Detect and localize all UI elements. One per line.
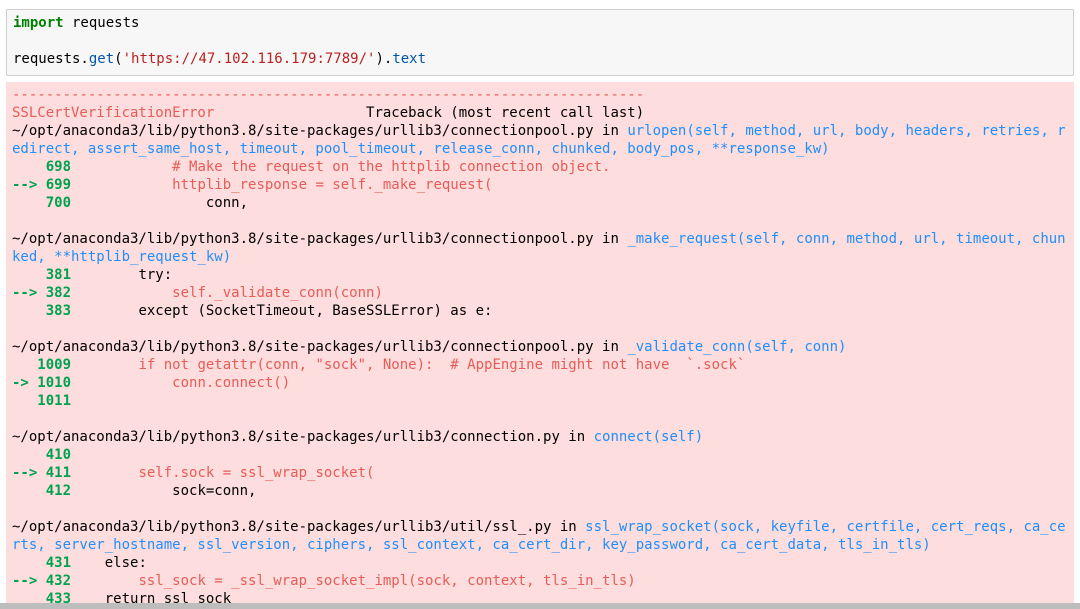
line-code: httplib_response = self._make_request( [71,177,493,193]
line-arrow [12,357,37,373]
frame-path: ~/opt/anaconda3/lib/python3.8/site-packa… [12,429,560,445]
line-number: 1010 [37,375,72,391]
frame-signature: ssl_wrap_socket(sock, keyfile, certfile,… [585,519,1066,535]
line-arrow [12,447,46,463]
line-code: try: [71,267,173,283]
line-arrow: --> [12,573,46,589]
frame-path: ~/opt/anaconda3/lib/python3.8/site-packa… [12,123,594,139]
error-output: ----------------------------------------… [6,82,1074,609]
traceback-title: Traceback (most recent call last) [214,105,645,121]
import-module: requests [63,15,140,31]
line-number: 382 [45,285,72,301]
source-line: 431 else: [12,554,147,572]
source-line: -> 1010 conn.connect() [12,374,290,392]
frame-signature: urlopen(self, method, url, body, headers… [627,123,1066,139]
import-keyword: import [13,15,64,31]
line-number: 1009 [37,357,72,373]
line-code: # Make the request on the httplib connec… [71,159,611,175]
frame-signature-cont: ked, **httplib_request_kw) [12,249,232,265]
line-arrow [12,555,46,571]
error-name: SSLCertVerificationError [12,105,215,121]
code-line-2: requests.get('https://47.102.116.179:778… [13,50,426,68]
line-number: 1011 [37,393,72,409]
frame-in: in [593,123,628,139]
line-arrow: --> [12,177,46,193]
source-line: 700 conn, [12,194,248,212]
line-arrow: -> [12,375,38,391]
frame-path: ~/opt/anaconda3/lib/python3.8/site-packa… [12,231,594,247]
line-arrow [12,195,46,211]
frame-signature-cont: edirect, assert_same_host, timeout, pool… [12,141,830,157]
code-input-cell[interactable]: import requests requests.get('https://47… [6,9,1074,76]
frame-signature: _make_request(self, conn, method, url, t… [627,231,1066,247]
code-paren: ). [375,51,393,67]
line-number: 410 [45,447,72,463]
line-arrow: --> [12,465,46,481]
frame-path: ~/opt/anaconda3/lib/python3.8/site-packa… [12,339,594,355]
source-line: 698 # Make the request on the httplib co… [12,158,611,176]
line-code: self._validate_conn(conn) [71,285,383,301]
frame-header: ~/opt/anaconda3/lib/python3.8/site-packa… [12,230,1066,248]
source-line: 383 except (SocketTimeout, BaseSSLError)… [12,302,493,320]
line-arrow: --> [12,285,46,301]
line-number: 698 [45,159,72,175]
frame-signature: connect(self) [593,429,704,445]
line-code: conn, [71,195,249,211]
line-code: if not getattr(conn, "sock", None): # Ap… [71,357,746,373]
traceback-header: SSLCertVerificationError Traceback (most… [12,104,644,122]
frame-signature: _validate_conn(self, conn) [627,339,847,355]
code-paren: ( [114,51,123,67]
frame-in: in [551,519,586,535]
frame-header: ~/opt/anaconda3/lib/python3.8/site-packa… [12,518,1066,536]
source-line: 1009 if not getattr(conn, "sock", None):… [12,356,745,374]
frame-header: ~/opt/anaconda3/lib/python3.8/site-packa… [12,428,703,446]
line-code: else: [71,555,147,571]
frame-signature-cont: rts, server_hostname, ssl_version, ciphe… [12,537,931,553]
line-code: sock=conn, [71,483,257,499]
line-arrow [12,393,37,409]
frame-header: ~/opt/anaconda3/lib/python3.8/site-packa… [12,122,1066,140]
source-line: 1011 [12,392,71,410]
source-line: --> 411 self.sock = ssl_wrap_socket( [12,464,374,482]
line-arrow [12,483,46,499]
source-line: 412 sock=conn, [12,482,257,500]
code-method: get [88,51,115,67]
line-number: 383 [45,303,72,319]
line-arrow [12,267,46,283]
line-code: except (SocketTimeout, BaseSSLError) as … [71,303,493,319]
source-line: --> 699 httplib_response = self._make_re… [12,176,492,194]
line-number: 431 [45,555,72,571]
line-arrow [12,303,46,319]
line-code: conn.connect() [71,375,291,391]
line-number: 411 [45,465,72,481]
code-url-string: 'https://47.102.116.179:7789/' [122,51,376,67]
frame-in: in [593,231,628,247]
line-arrow [12,159,46,175]
source-line: --> 432 ssl_sock = _ssl_wrap_socket_impl… [12,572,636,590]
frame-path: ~/opt/anaconda3/lib/python3.8/site-packa… [12,519,552,535]
frame-in: in [593,339,628,355]
source-line: --> 382 self._validate_conn(conn) [12,284,383,302]
frame-in: in [559,429,594,445]
code-line-1: import requests [13,14,139,32]
line-number: 699 [45,177,72,193]
line-number: 381 [45,267,72,283]
frame-header: ~/opt/anaconda3/lib/python3.8/site-packa… [12,338,846,356]
code-attribute: text [392,51,427,67]
horizontal-scrollbar[interactable] [0,603,1080,609]
line-number: 700 [45,195,72,211]
line-code: self.sock = ssl_wrap_socket( [71,465,375,481]
line-code: ssl_sock = _ssl_wrap_socket_impl(sock, c… [71,573,636,589]
traceback-dashes: ----------------------------------------… [12,87,645,103]
line-number: 412 [45,483,72,499]
code-object: requests. [13,51,89,67]
source-line: 410 [12,446,71,464]
line-number: 432 [45,573,72,589]
source-line: 381 try: [12,266,172,284]
